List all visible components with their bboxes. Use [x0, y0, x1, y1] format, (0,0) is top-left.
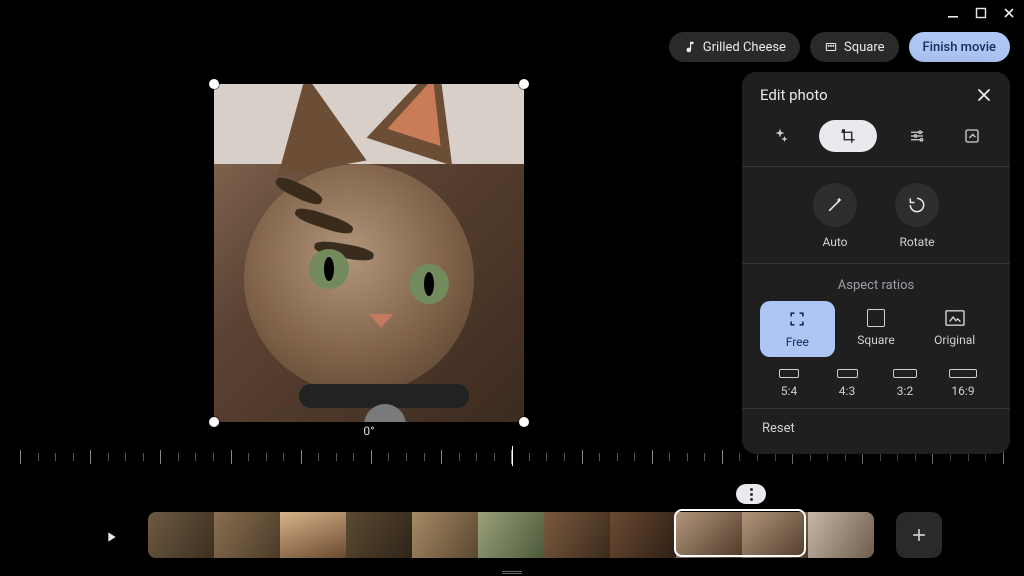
edit-photo-panel: Edit photo Auto Rotate Aspect ratios: [742, 72, 1010, 454]
timeline-thumb[interactable]: [214, 512, 280, 558]
markup-icon: [963, 127, 981, 145]
rotation-angle-readout: 0°: [214, 424, 524, 438]
auto-button[interactable]: Auto: [813, 183, 857, 249]
original-icon: [944, 309, 966, 327]
minimize-icon[interactable]: [944, 4, 962, 22]
music-note-icon: [683, 40, 697, 54]
finish-movie-label: Finish movie: [923, 40, 997, 55]
ratio-label: 4:3: [839, 384, 855, 398]
aspect-chip-label: Square: [844, 40, 885, 55]
timeline-strip[interactable]: [148, 512, 874, 558]
ratio-label: 16:9: [951, 384, 974, 398]
ruler-center-indicator: [512, 446, 513, 466]
play-icon: [103, 529, 119, 545]
auto-label: Auto: [822, 235, 847, 249]
sliders-icon: [908, 127, 926, 145]
finish-movie-button[interactable]: Finish movie: [909, 32, 1011, 62]
reset-button[interactable]: Reset: [742, 409, 1010, 448]
sparkle-icon: [771, 127, 789, 145]
reset-label: Reset: [762, 421, 795, 436]
ratio-16-9[interactable]: 16:9: [934, 369, 992, 398]
crop-actions: Auto Rotate: [742, 167, 1010, 264]
aspect-icon: [824, 40, 838, 54]
music-chip-label: Grilled Cheese: [703, 40, 786, 55]
rotate-button[interactable]: Rotate: [895, 183, 939, 249]
ratio-label: Original: [934, 333, 975, 347]
tab-more[interactable]: [956, 120, 988, 152]
ratio-label: 3:2: [897, 384, 913, 398]
timeline-thumb[interactable]: [280, 512, 346, 558]
ratio-4-3[interactable]: 4:3: [818, 369, 876, 398]
tool-tab-row: [742, 114, 1010, 167]
crop-image: [214, 84, 524, 422]
timeline-thumb[interactable]: [346, 512, 412, 558]
crop-rotate-icon: [839, 127, 857, 145]
bottom-drag-handle[interactable]: [502, 571, 522, 574]
ratio-label: Square: [857, 333, 894, 347]
aspect-chip[interactable]: Square: [810, 32, 899, 62]
crop-handle-top-right[interactable]: [519, 79, 529, 89]
aspect-ratio-row-2: 5:4 4:3 3:2 16:9: [742, 365, 1010, 409]
timeline-thumb[interactable]: [544, 512, 610, 558]
timeline-thumb[interactable]: [478, 512, 544, 558]
close-icon: [976, 87, 992, 103]
maximize-icon[interactable]: [972, 4, 990, 22]
add-clip-button[interactable]: [896, 512, 942, 558]
timeline-thumb[interactable]: [676, 512, 742, 558]
timeline-thumb[interactable]: [808, 512, 874, 558]
magic-wand-icon: [825, 195, 845, 215]
rotate-ccw-icon: [907, 195, 927, 215]
rotate-label: Rotate: [900, 235, 935, 249]
tab-adjust[interactable]: [901, 120, 933, 152]
panel-close-button[interactable]: [976, 87, 992, 103]
clip-more-button[interactable]: [736, 484, 766, 504]
tab-crop[interactable]: [819, 120, 877, 152]
ratio-5-4[interactable]: 5:4: [760, 369, 818, 398]
crop-viewport[interactable]: [214, 84, 524, 422]
ratio-free[interactable]: Free: [760, 301, 835, 357]
timeline-thumb[interactable]: [148, 512, 214, 558]
ratio-original[interactable]: Original: [917, 301, 992, 357]
crop-handle-top-left[interactable]: [209, 79, 219, 89]
ratio-label: Free: [786, 335, 809, 349]
top-chip-bar: Grilled Cheese Square Finish movie: [669, 32, 1010, 62]
aspect-ratio-row-1: Free Square Original: [742, 301, 1010, 365]
timeline-thumb[interactable]: [412, 512, 478, 558]
ratio-3-2[interactable]: 3:2: [876, 369, 934, 398]
aspect-ratios-title: Aspect ratios: [742, 264, 1010, 301]
timeline-thumb[interactable]: [610, 512, 676, 558]
panel-title: Edit photo: [760, 86, 828, 104]
play-button[interactable]: [94, 520, 128, 554]
tab-suggestions[interactable]: [764, 120, 796, 152]
plus-icon: [909, 525, 929, 545]
timeline-thumb[interactable]: [742, 512, 808, 558]
ratio-square[interactable]: Square: [839, 301, 914, 357]
window-controls: [944, 4, 1018, 22]
music-chip[interactable]: Grilled Cheese: [669, 32, 800, 62]
free-crop-icon: [787, 309, 807, 329]
close-icon[interactable]: [1000, 4, 1018, 22]
ratio-label: 5:4: [781, 384, 797, 398]
